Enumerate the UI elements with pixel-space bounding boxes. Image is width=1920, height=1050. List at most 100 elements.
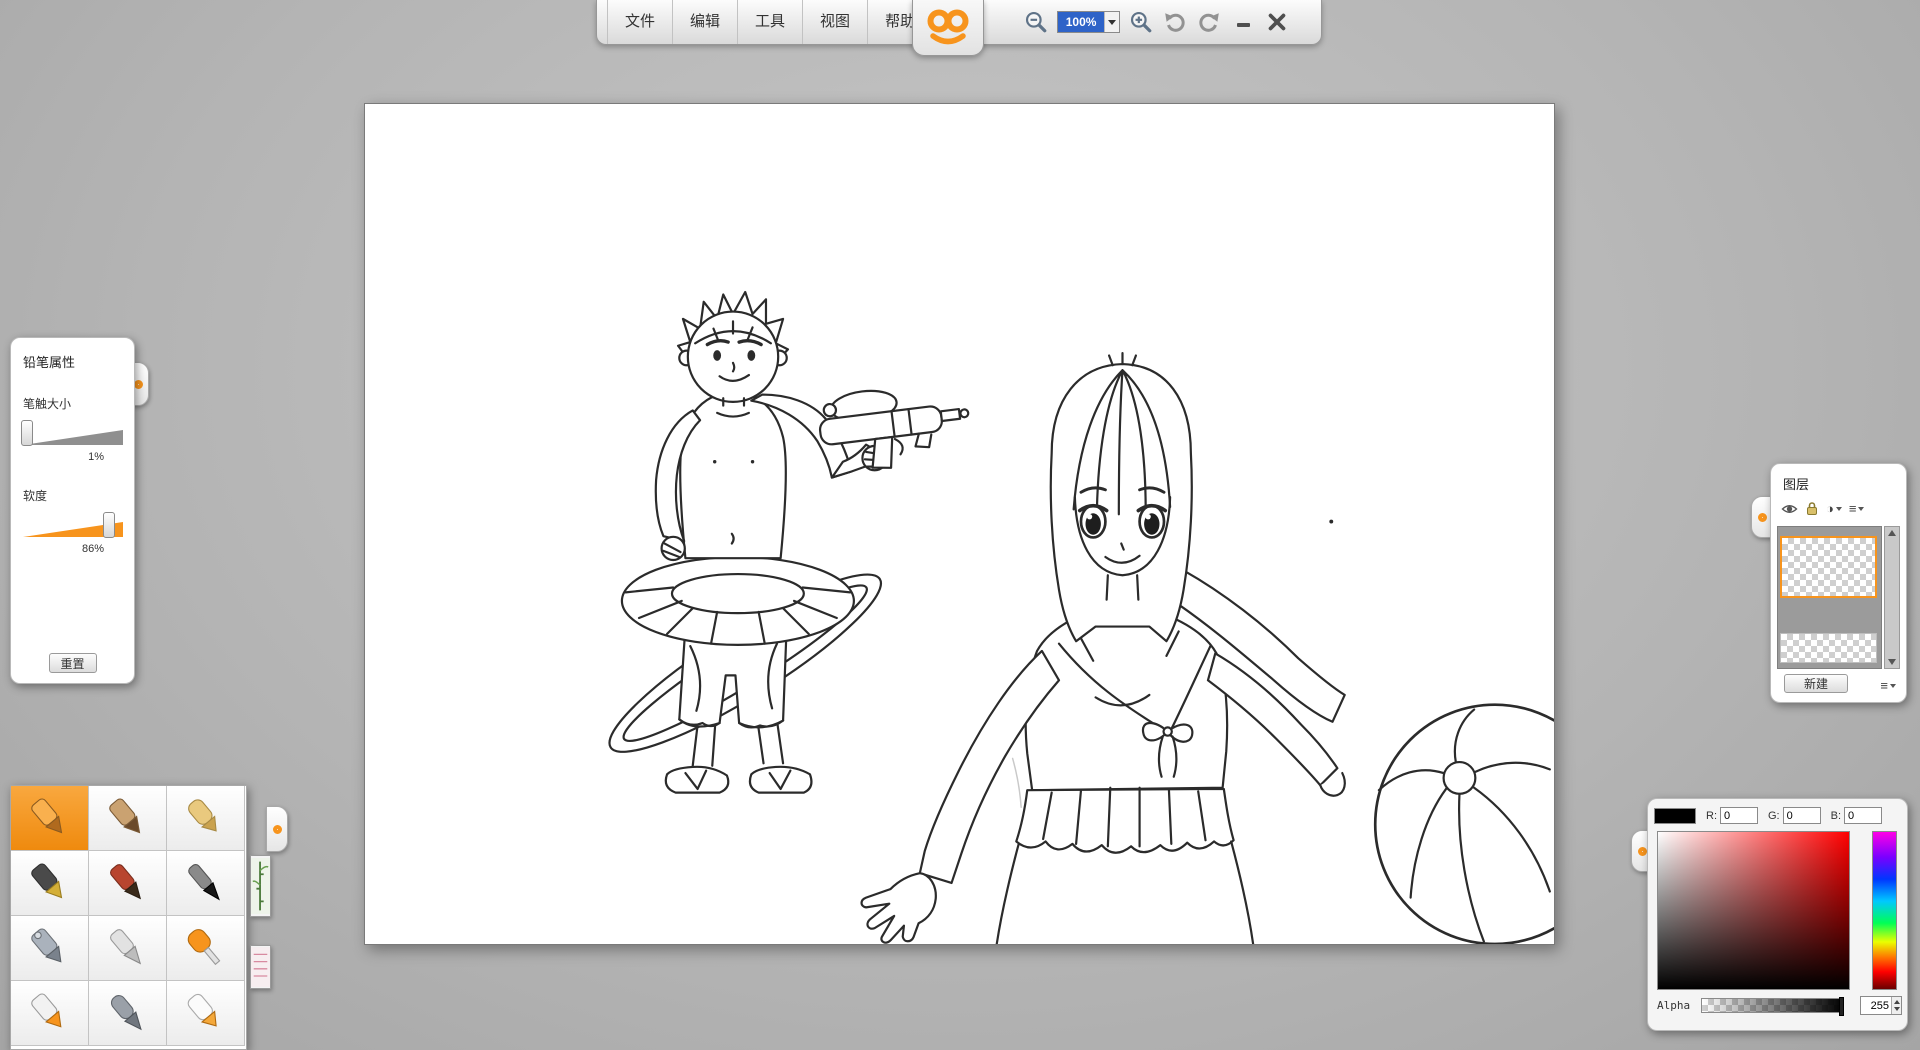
softness-slider[interactable] <box>23 514 123 540</box>
tool-ink-brush[interactable] <box>167 851 245 916</box>
palette-knife-icon <box>101 924 155 972</box>
reset-button[interactable]: 重置 <box>49 653 97 673</box>
charcoal-pencil-icon <box>101 794 155 842</box>
undo-button[interactable] <box>1161 8 1189 36</box>
alpha-label: Alpha <box>1657 999 1690 1012</box>
brush-size-label: 笔触大小 <box>23 395 122 412</box>
workspace: { "app": { "accent_color": "#f7941d", "z… <box>0 0 1920 1050</box>
paint-brush-icon <box>101 859 155 907</box>
zoom-out-icon <box>1024 10 1048 34</box>
layer-list <box>1777 526 1882 669</box>
tool-palette-knife[interactable] <box>89 916 167 981</box>
scroll-down-icon[interactable] <box>1888 659 1896 665</box>
zoom-level-value[interactable]: 100% <box>1058 12 1104 32</box>
softness-value: 86% <box>23 543 122 555</box>
drawing-canvas[interactable] <box>364 103 1555 945</box>
scroll-up-icon[interactable] <box>1888 530 1896 536</box>
tool-pencil[interactable] <box>11 786 89 851</box>
palette-collapse-tab[interactable] <box>266 806 288 852</box>
g-input[interactable] <box>1783 807 1821 824</box>
pencil-panel-title: 铅笔属性 <box>23 352 122 371</box>
app-logo-tab[interactable] <box>912 0 984 56</box>
paper-texture-thumb[interactable] <box>250 945 271 989</box>
zoom-in-button[interactable] <box>1127 8 1155 36</box>
g-label: G: <box>1768 810 1780 822</box>
brush-size-value: 1% <box>23 451 122 463</box>
saturation-value-picker[interactable] <box>1657 831 1850 990</box>
tool-airbrush[interactable] <box>11 916 89 981</box>
alpha-gradient <box>1702 999 1843 1012</box>
tool-paint-roller[interactable] <box>167 916 245 981</box>
layers-panel: 图层 ◑ ≡ 新建 ≡ <box>1770 463 1907 703</box>
tool-fountain-pen[interactable] <box>11 851 89 916</box>
tool-marker[interactable] <box>11 981 89 1046</box>
tool-charcoal-pencil[interactable] <box>89 786 167 851</box>
layer-list-menu-icon[interactable]: ≡ <box>1849 501 1865 516</box>
eraser-icon <box>179 989 233 1037</box>
canvas-artwork <box>365 104 1554 944</box>
alpha-slider[interactable] <box>1701 998 1844 1013</box>
fountain-pen-icon <box>23 859 77 907</box>
layer-visibility-eye-icon[interactable] <box>1781 502 1798 516</box>
layer-blend-mode-icon[interactable]: ◑ <box>1826 501 1842 516</box>
undo-icon <box>1163 10 1187 34</box>
close-button[interactable] <box>1263 8 1291 36</box>
marker-icon <box>23 989 77 1037</box>
ink-brush-icon <box>179 859 233 907</box>
panel-handle-icon <box>1758 513 1767 522</box>
alpha-input[interactable] <box>1861 997 1891 1014</box>
airbrush-icon <box>23 924 77 972</box>
minimize-button[interactable] <box>1229 8 1257 36</box>
panel-handle-icon <box>273 825 282 834</box>
layer-options-menu-button[interactable]: ≡ <box>1880 678 1896 693</box>
alpha-spinner[interactable] <box>1891 997 1901 1014</box>
zoom-dropdown-arrow[interactable] <box>1104 12 1119 32</box>
menu-tools[interactable]: 工具 <box>737 0 802 44</box>
close-icon <box>1267 12 1287 32</box>
alpha-handle[interactable] <box>1839 997 1844 1016</box>
zoom-in-icon <box>1129 10 1153 34</box>
brush-size-handle[interactable] <box>21 420 33 446</box>
softness-handle[interactable] <box>103 512 115 538</box>
hue-strip[interactable] <box>1872 831 1897 990</box>
redo-button[interactable] <box>1195 8 1223 36</box>
b-label: B: <box>1831 810 1841 822</box>
layer-item[interactable] <box>1780 633 1877 663</box>
redo-icon <box>1197 10 1221 34</box>
tool-crayon[interactable] <box>167 786 245 851</box>
b-input[interactable] <box>1844 807 1882 824</box>
pencil-properties-panel: 铅笔属性 笔触大小 1% 软度 86% 重置 <box>10 337 135 684</box>
color-panel: R: G: B: Alpha <box>1647 798 1908 1031</box>
new-layer-button[interactable]: 新建 <box>1784 674 1848 693</box>
bamboo-texture-thumb[interactable] <box>250 855 271 917</box>
zoom-level-combo[interactable]: 100% <box>1057 11 1120 33</box>
layer-item-selected[interactable] <box>1780 536 1877 598</box>
tool-paint-brush[interactable] <box>89 851 167 916</box>
brush-size-slider[interactable] <box>23 422 123 448</box>
bamboo-texture-icon <box>251 856 270 916</box>
menu-edit[interactable]: 编辑 <box>672 0 737 44</box>
paper-texture-icon <box>251 946 270 988</box>
quill-pen-icon <box>101 989 155 1037</box>
pencil-icon <box>23 794 77 842</box>
brush-size-track <box>23 430 123 445</box>
tool-grid <box>11 786 246 1046</box>
tool-eraser[interactable] <box>167 981 245 1046</box>
app-logo-icon <box>923 7 973 49</box>
paint-roller-icon <box>179 924 233 972</box>
layer-lock-icon[interactable] <box>1805 501 1819 516</box>
layers-panel-title: 图层 <box>1771 474 1906 493</box>
menu-file[interactable]: 文件 <box>607 0 672 44</box>
softness-label: 软度 <box>23 487 122 504</box>
zoom-out-button[interactable] <box>1022 8 1050 36</box>
crayon-icon <box>179 794 233 842</box>
r-input[interactable] <box>1720 807 1758 824</box>
panel-handle-icon <box>1638 847 1647 856</box>
tool-quill-pen[interactable] <box>89 981 167 1046</box>
tool-palette <box>10 785 247 1050</box>
minimize-icon <box>1237 23 1250 27</box>
layer-list-scrollbar[interactable] <box>1884 526 1900 669</box>
menu-view[interactable]: 视图 <box>802 0 867 44</box>
r-label: R: <box>1706 810 1717 822</box>
current-color-swatch <box>1654 808 1696 824</box>
